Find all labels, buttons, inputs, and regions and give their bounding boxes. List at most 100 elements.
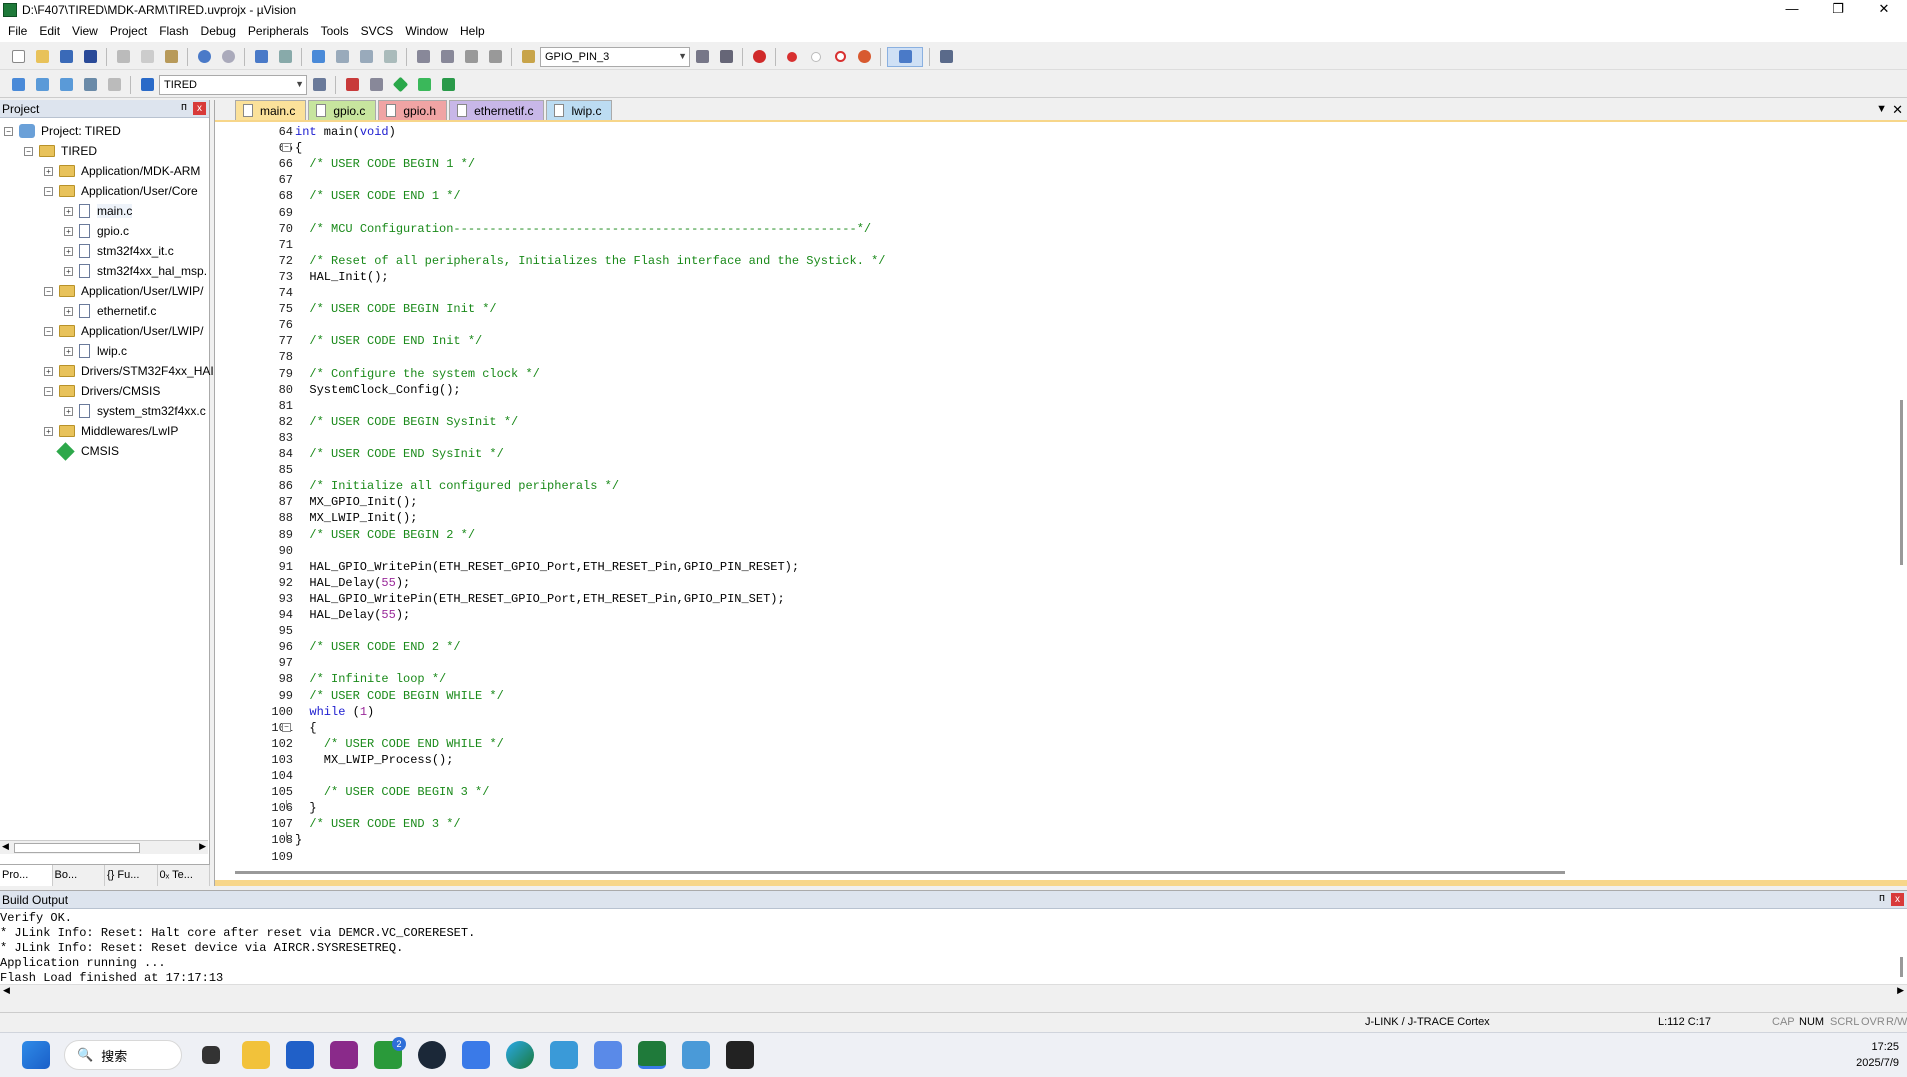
find-in-files-icon[interactable] [518,47,538,67]
close-tab-icon[interactable]: ✕ [1892,102,1903,118]
fold-toggle-icon[interactable]: − [282,722,291,732]
steam-icon[interactable] [418,1041,446,1069]
tree-node[interactable]: + stm32f4xx_it.c [64,241,174,261]
tree-node[interactable]: + main.c [64,201,133,221]
disable-breakpoint-icon[interactable] [806,47,826,67]
tree-node[interactable]: + Middlewares/LwIP [44,421,178,441]
breakpoint-icon[interactable] [782,47,802,67]
tree-node[interactable]: − Application/User/LWIP/ [44,281,204,301]
expand-icon[interactable]: + [64,266,73,276]
menu-project[interactable]: Project [104,24,153,38]
scrollbar-thumb[interactable] [14,843,140,853]
file-extensions-icon[interactable] [366,75,386,95]
pack-installer-icon[interactable] [390,75,410,95]
configure-icon[interactable] [936,47,956,67]
menu-file[interactable]: File [2,24,33,38]
edge-icon[interactable] [506,1041,534,1069]
paste-icon[interactable] [161,47,181,67]
task-view-icon[interactable] [202,1046,220,1064]
tree-node[interactable]: CMSIS [44,441,119,461]
collapse-icon[interactable]: − [44,286,53,296]
navigate-back-icon[interactable] [251,47,271,67]
tree-node[interactable]: + Application/MDK-ARM [44,161,200,181]
manage-runtime-environment-icon[interactable] [438,75,458,95]
tab-gpio-h[interactable]: gpio.h [378,100,448,120]
find-icon[interactable] [692,47,712,67]
build-vertical-scrollbar[interactable] [1897,909,1907,985]
fold-toggle-icon[interactable]: − [282,143,291,153]
keil-uvision-icon[interactable] [638,1041,666,1069]
redo-icon[interactable] [218,47,238,67]
rebuild-icon[interactable] [56,75,76,95]
tree-node[interactable]: + stm32f4xx_hal_msp. [64,261,207,281]
collapse-icon[interactable]: − [24,146,33,156]
cut-icon[interactable] [113,47,133,67]
xbox-icon[interactable]: 2 [374,1037,406,1069]
build-output-text[interactable]: Verify OK. * JLink Info: Reset: Halt cor… [0,909,1907,986]
prev-bookmark-icon[interactable] [332,47,352,67]
pin-icon[interactable]: ᴨ [181,101,187,113]
scroll-right-icon[interactable]: ▶ [199,841,206,852]
app-icon[interactable] [330,1041,358,1069]
expand-icon[interactable]: + [64,306,73,316]
editor-horizontal-scrollbar[interactable] [235,871,1565,874]
expand-icon[interactable]: + [44,426,53,436]
target-combo[interactable]: TIRED ▼ [159,74,307,95]
windows-start-icon[interactable] [22,1041,50,1069]
tab-project[interactable]: Pro... [0,865,53,886]
tab-functions[interactable]: {} Fu... [105,865,158,886]
clear-bookmarks-icon[interactable] [380,47,400,67]
stop-build-icon[interactable] [104,75,124,95]
tab-gpio-c[interactable]: gpio.c [308,100,377,120]
build-horizontal-scrollbar[interactable]: ◀ ▶ [0,984,1907,998]
kill-all-breakpoints-icon[interactable] [854,47,874,67]
scrollbar-thumb[interactable] [1900,400,1903,565]
tab-ethernetif-c[interactable]: ethernetif.c [449,100,545,120]
open-file-icon[interactable] [32,47,52,67]
tree-node[interactable]: − TIRED [24,141,97,161]
disable-all-breakpoints-icon[interactable] [830,47,850,67]
project-horizontal-scrollbar[interactable]: ◀ ▶ [0,840,208,854]
expand-icon[interactable]: + [64,406,73,416]
editor-vertical-scrollbar[interactable] [1897,124,1907,854]
tab-list-icon[interactable]: ▼ [1876,103,1887,115]
expand-icon[interactable]: + [44,366,53,376]
store-icon[interactable] [286,1041,314,1069]
feishu-icon[interactable] [462,1041,490,1069]
menu-tools[interactable]: Tools [315,24,355,38]
scroll-left-icon[interactable]: ◀ [2,841,9,852]
menu-flash[interactable]: Flash [153,24,194,38]
close-icon[interactable]: x [1891,893,1904,906]
bird-icon[interactable] [594,1041,622,1069]
menu-view[interactable]: View [66,24,104,38]
scroll-right-icon[interactable]: ▶ [1897,985,1904,996]
tab-templates[interactable]: 0ₓ Te... [158,865,210,886]
code-area[interactable]: 64int main(void)65−{66 /* USER CODE BEGI… [215,124,1907,867]
window-layout-icon[interactable] [887,46,923,67]
find-combo[interactable]: GPIO_PIN_3 ▼ [540,46,690,67]
collapse-icon[interactable]: − [4,126,13,136]
copy-icon[interactable] [137,47,157,67]
comment-icon[interactable] [461,47,481,67]
manage-project-items-icon[interactable] [342,75,362,95]
scrollbar-thumb[interactable] [1900,957,1903,977]
uncomment-icon[interactable] [485,47,505,67]
save-all-icon[interactable] [80,47,100,67]
expand-icon[interactable]: + [64,226,73,236]
menu-peripherals[interactable]: Peripherals [242,24,315,38]
save-icon[interactable] [56,47,76,67]
tree-node[interactable]: + ethernetif.c [64,301,156,321]
menu-debug[interactable]: Debug [195,24,242,38]
menu-help[interactable]: Help [454,24,491,38]
collapse-icon[interactable]: − [44,386,53,396]
indent-icon[interactable] [413,47,433,67]
taskbar-clock[interactable]: 17:25 2025/7/9 [1856,1039,1899,1071]
taskbar-search[interactable]: 🔍 搜索 [64,1040,182,1070]
tab-books[interactable]: Bo... [53,865,105,886]
bookmark-icon[interactable] [308,47,328,67]
tab-main-c[interactable]: main.c [235,100,307,120]
menu-edit[interactable]: Edit [33,24,66,38]
undo-icon[interactable] [194,47,214,67]
tree-node[interactable]: − Application/User/LWIP/ [44,321,204,341]
minimize-button[interactable]: — [1769,0,1815,20]
